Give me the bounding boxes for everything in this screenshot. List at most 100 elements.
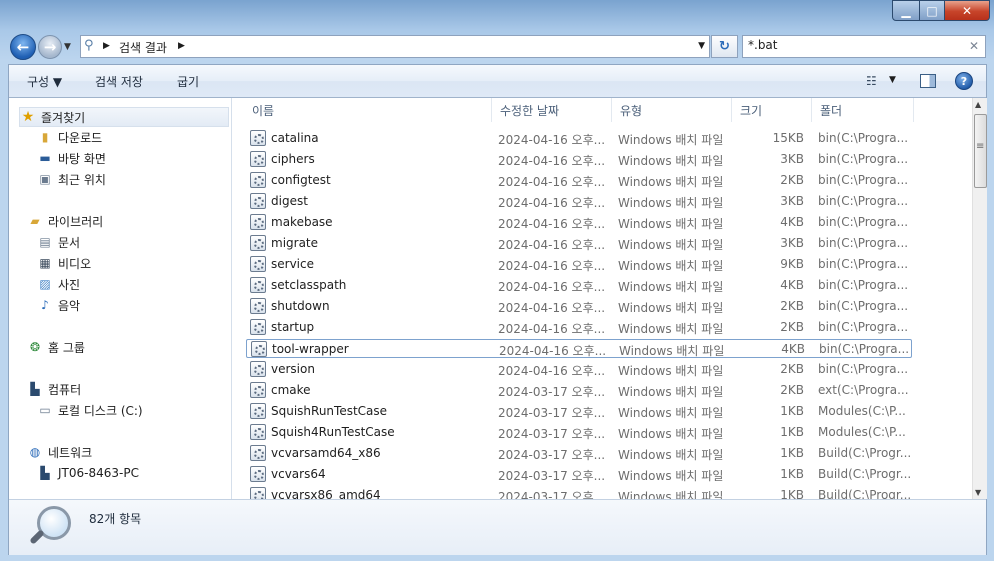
view-dropdown-icon[interactable]: ▼	[889, 75, 896, 85]
scroll-down-icon[interactable]: ▼	[975, 488, 981, 497]
column-header-type[interactable]: 유형	[612, 98, 732, 122]
table-row[interactable]: ciphers 2024-04-16 오후... Windows 배치 파일 3KB b…	[246, 150, 912, 169]
batch-file-icon	[250, 298, 266, 314]
recent-pages-dropdown[interactable]: ▼	[64, 42, 71, 52]
scroll-up-icon[interactable]: ▲	[975, 100, 981, 109]
table-row[interactable]: cmake 2024-03-17 오후... Windows 배치 파일 2KB ext…	[246, 381, 912, 400]
file-type: Windows 배치 파일	[618, 490, 724, 499]
search-box[interactable]: ✕	[742, 35, 986, 58]
table-row[interactable]: tool-wrapper 2024-04-16 오후... Windows 배치 파…	[246, 339, 912, 358]
table-row[interactable]: setclasspath 2024-04-16 오후... Windows 배치 파…	[246, 276, 912, 295]
table-row[interactable]: catalina 2024-04-16 오후... Windows 배치 파일 15K…	[246, 129, 912, 148]
organize-button[interactable]: 구성 ▼	[27, 73, 62, 90]
minimize-button[interactable]: ▁	[892, 0, 920, 21]
batch-file-icon	[250, 445, 266, 461]
table-row[interactable]: Squish4RunTestCase 2024-03-17 오후... Window…	[246, 423, 912, 442]
file-type: Windows 배치 파일	[618, 154, 724, 168]
back-button[interactable]: ←	[10, 34, 36, 60]
maximize-button[interactable]: □	[920, 0, 945, 21]
table-row[interactable]: digest 2024-04-16 오후... Windows 배치 파일 3KB bi…	[246, 192, 912, 211]
clear-search-icon[interactable]: ✕	[969, 39, 979, 53]
nav-item-recent[interactable]: ▣ 최근 위치	[37, 170, 106, 188]
table-row[interactable]: vcvars64 2024-03-17 오후... Windows 배치 파일 1KB…	[246, 465, 912, 484]
table-row[interactable]: migrate 2024-04-16 오후... Windows 배치 파일 3KB b…	[246, 234, 912, 253]
file-folder: bin(C:\Progra...	[818, 236, 909, 250]
library-icon: ▰	[30, 214, 40, 228]
breadcrumb-arrow-icon[interactable]: ▶	[178, 41, 185, 51]
column-header-date[interactable]: 수정한 날짜	[492, 98, 612, 122]
table-row[interactable]: makebase 2024-04-16 오후... Windows 배치 파일 4KB…	[246, 213, 912, 232]
file-type: Windows 배치 파일	[618, 322, 724, 336]
file-date: 2024-03-17 오후...	[498, 490, 606, 499]
file-type: Windows 배치 파일	[618, 133, 724, 147]
batch-file-icon	[250, 277, 266, 293]
address-dropdown-icon[interactable]: ▼	[698, 41, 705, 51]
batch-file-icon	[251, 341, 267, 357]
file-date: 2024-03-17 오후...	[498, 406, 606, 420]
change-view-icon[interactable]: ☷	[866, 74, 877, 88]
nav-item-network[interactable]: ◍ 네트워크	[27, 443, 92, 461]
table-row[interactable]: configtest 2024-04-16 오후... Windows 배치 파일 2…	[246, 171, 912, 190]
file-date: 2024-04-16 오후...	[498, 196, 606, 210]
nav-item-downloads[interactable]: ▮ 다운로드	[37, 128, 102, 146]
nav-item-music[interactable]: ♪ 음악	[37, 296, 80, 314]
file-type: Windows 배치 파일	[618, 280, 724, 294]
nav-item-pc[interactable]: ▙ JT06-8463-PC	[37, 464, 139, 482]
nav-item-favorites[interactable]: ★ 즐겨찾기	[19, 107, 229, 127]
refresh-button[interactable]: ↻	[711, 35, 738, 58]
scrollbar-thumb[interactable]	[974, 114, 987, 188]
file-type: Windows 배치 파일	[618, 259, 724, 273]
nav-item-local-disk[interactable]: ▭ 로컬 디스크 (C:)	[37, 401, 142, 419]
save-search-button[interactable]: 검색 저장	[95, 73, 143, 90]
file-size: 2KB	[780, 320, 804, 334]
nav-item-desktop[interactable]: ▬ 바탕 화면	[37, 149, 106, 167]
file-folder: Modules(C:\P...	[818, 404, 906, 418]
forward-button[interactable]: →	[38, 35, 62, 59]
table-row[interactable]: vcvarsx86_amd64 2024-03-17 오후... Windows 배…	[246, 486, 912, 499]
address-bar[interactable]: ⚲ ▶ 검색 결과 ▶ ▼	[80, 35, 710, 58]
nav-item-libraries[interactable]: ▰ 라이브러리	[27, 212, 103, 230]
burn-button[interactable]: 굽기	[177, 73, 199, 90]
batch-file-icon	[250, 235, 266, 251]
batch-file-icon	[250, 214, 266, 230]
column-header-name[interactable]: 이름	[244, 98, 492, 122]
file-name: migrate	[271, 236, 319, 250]
file-date: 2024-04-16 오후...	[498, 238, 606, 252]
nav-item-pictures[interactable]: ▨ 사진	[37, 275, 80, 293]
batch-file-icon	[250, 172, 266, 188]
file-type: Windows 배치 파일	[618, 238, 724, 252]
preview-pane-icon[interactable]	[920, 74, 936, 88]
details-pane: 82개 항목	[9, 499, 986, 555]
file-name: startup	[271, 320, 315, 334]
table-row[interactable]: version 2024-04-16 오후... Windows 배치 파일 2KB b…	[246, 360, 912, 379]
nav-item-videos[interactable]: ▦ 비디오	[37, 254, 91, 272]
table-row[interactable]: vcvarsamd64_x86 2024-03-17 오후... Windows 배…	[246, 444, 912, 463]
close-button[interactable]: ✕	[945, 0, 990, 21]
file-size: 1KB	[780, 404, 804, 418]
homegroup-icon: ❂	[29, 340, 41, 354]
help-button[interactable]: ?	[955, 72, 973, 90]
file-date: 2024-03-17 오후...	[498, 385, 606, 399]
disk-drive-icon: ▭	[39, 403, 51, 417]
column-header-size[interactable]: 크기	[732, 98, 812, 122]
table-row[interactable]: startup 2024-04-16 오후... Windows 배치 파일 2KB b…	[246, 318, 912, 337]
table-row[interactable]: shutdown 2024-04-16 오후... Windows 배치 파일 2KB…	[246, 297, 912, 316]
batch-file-icon	[250, 424, 266, 440]
file-size: 4KB	[781, 342, 805, 356]
file-size: 2KB	[780, 299, 804, 313]
vertical-scrollbar[interactable]: ▲ ▼	[972, 98, 987, 499]
breadcrumb[interactable]: 검색 결과	[119, 39, 167, 56]
file-date: 2024-04-16 오후...	[498, 301, 606, 315]
file-name: service	[271, 257, 314, 271]
file-name: setclasspath	[271, 278, 347, 292]
file-date: 2024-04-16 오후...	[498, 133, 606, 147]
column-header-folder[interactable]: 폴더	[812, 98, 914, 122]
file-size: 15KB	[772, 131, 804, 145]
search-input[interactable]	[748, 38, 958, 52]
nav-item-documents[interactable]: ▤ 문서	[37, 233, 80, 251]
nav-item-computer[interactable]: ▙ 컴퓨터	[27, 380, 81, 398]
breadcrumb-arrow-icon[interactable]: ▶	[103, 41, 110, 51]
nav-item-homegroup[interactable]: ❂ 홈 그룹	[27, 338, 85, 356]
table-row[interactable]: service 2024-04-16 오후... Windows 배치 파일 9KB b…	[246, 255, 912, 274]
table-row[interactable]: SquishRunTestCase 2024-03-17 오후... Windows…	[246, 402, 912, 421]
